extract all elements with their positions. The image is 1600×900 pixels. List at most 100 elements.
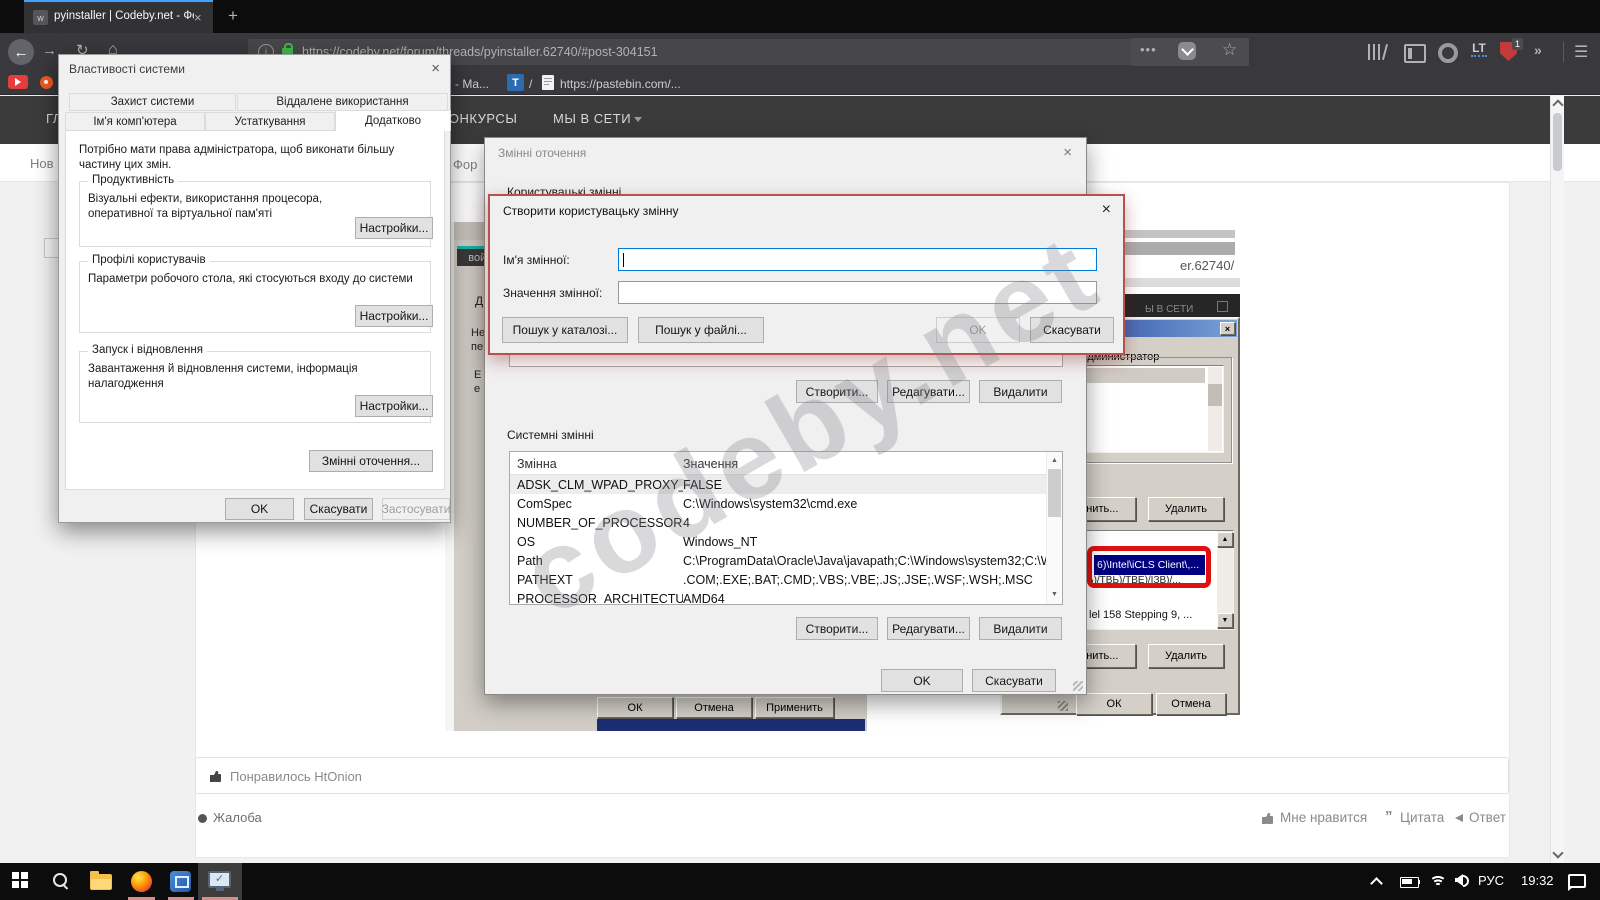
reply-action[interactable]: Ответ	[1469, 810, 1506, 825]
system-ed it-button[interactable]: Редагувати...	[887, 617, 970, 640]
table-row[interactable]: ADSK_CLM_WPAD_PROXY_...FALSE	[510, 475, 1046, 494]
column-variable: Змінна	[510, 457, 683, 471]
close-icon[interactable]: ×	[431, 61, 440, 76]
table-row[interactable]: PATHEXT.COM;.EXE;.BAT;.CMD;.VBS;.VBE;.JS…	[510, 570, 1046, 589]
group-desc: Завантаження й відновлення системи, інфо…	[88, 362, 423, 392]
tab-system-protection[interactable]: Захист системи	[69, 93, 236, 111]
table-row[interactable]: NUMBER_OF_PROCESSORS4	[510, 513, 1046, 532]
like-text: Понравилось HtOnion	[230, 769, 362, 784]
cancel-button[interactable]: Скасувати	[1030, 317, 1114, 343]
menu-hamburger-icon[interactable]: ☰	[1574, 42, 1588, 62]
variable-value-input[interactable]	[618, 281, 1097, 304]
page-scrollbar[interactable]	[1550, 95, 1564, 863]
system-new-button[interactable]: Створити...	[796, 617, 878, 640]
speaker-icon[interactable]	[1455, 874, 1468, 886]
close-icon[interactable]: ×	[1063, 145, 1072, 160]
table-scrollbar[interactable]: ▲ ▼	[1046, 452, 1063, 604]
system-properties-icon[interactable]: ✓	[208, 871, 231, 888]
tab-remote[interactable]: Віддалене використання	[237, 93, 448, 111]
variable-value-label: Значення змінної:	[503, 286, 602, 300]
scrollbar-thumb[interactable]	[1048, 469, 1061, 517]
startup-settings-button[interactable]: Настройки...	[355, 395, 433, 417]
table-row[interactable]: OSWindows_NT	[510, 532, 1046, 551]
img-fragment-3: Е	[474, 369, 481, 381]
breadcrumb-left[interactable]: Нов	[30, 156, 54, 171]
cancel-button[interactable]: Скасувати	[304, 498, 373, 520]
scroll-up-icon[interactable]	[1552, 99, 1563, 110]
overflow-icon[interactable]: »	[1534, 42, 1542, 58]
user-new-button[interactable]: Створити...	[796, 380, 878, 403]
blue-app-icon[interactable]	[170, 871, 191, 892]
tray-chevron-up-icon[interactable]	[1370, 877, 1383, 890]
search-icon[interactable]	[52, 872, 70, 890]
quote-action[interactable]: Цитата	[1400, 810, 1444, 825]
clock[interactable]: 19:32	[1521, 873, 1554, 888]
system-variables-listbox[interactable]: Змінна Значення ADSK_CLM_WPAD_PROXY_...F…	[509, 451, 1063, 605]
table-row[interactable]: PROCESSOR_ARCHITECTUREAMD64	[510, 589, 1046, 605]
tab-computer-name[interactable]: Ім'я комп'ютера	[65, 112, 205, 131]
cancel-button[interactable]: Скасувати	[972, 669, 1056, 692]
lock-shackle	[284, 43, 293, 50]
pastebin-bookmark-icon[interactable]	[542, 75, 554, 90]
start-button[interactable]	[12, 872, 28, 888]
firefox-icon[interactable]	[131, 871, 152, 892]
table-row[interactable]: PathC:\ProgramData\Oracle\Java\javapath;…	[510, 551, 1046, 570]
table-row[interactable]: ComSpecC:\Windows\system32\cmd.exe	[510, 494, 1046, 513]
profiles-settings-button[interactable]: Настройки...	[355, 305, 433, 327]
ok-button[interactable]: OK	[881, 669, 963, 692]
extension-ring-icon[interactable]	[1438, 43, 1458, 63]
user-delete-button[interactable]: Видалити	[979, 380, 1062, 403]
battery-icon[interactable]	[1400, 877, 1419, 888]
resize-grip[interactable]	[1073, 681, 1083, 691]
wifi-icon[interactable]	[1429, 874, 1447, 887]
tab-close-icon[interactable]: ×	[194, 10, 202, 25]
ok-button[interactable]: OK	[936, 317, 1020, 343]
ok-button[interactable]: OK	[225, 498, 294, 520]
pocket-chevron	[1181, 43, 1194, 56]
breadcrumb-mid[interactable]: Фор	[453, 157, 477, 172]
tab-advanced[interactable]: Додатково	[335, 110, 451, 131]
scroll-up-icon[interactable]: ▲	[1051, 457, 1058, 464]
sidebar-icon[interactable]	[1404, 44, 1426, 63]
close-icon[interactable]: ×	[1102, 202, 1111, 217]
browse-directory-button[interactable]: Пошук у каталозі...	[502, 317, 628, 343]
img-small-square	[1217, 301, 1228, 312]
scroll-down-icon[interactable]	[1552, 847, 1563, 858]
language-indicator[interactable]: РУС	[1478, 873, 1504, 888]
scrollbar-thumb[interactable]	[1553, 113, 1562, 171]
system-delete-button[interactable]: Видалити	[979, 617, 1062, 640]
tab-hardware[interactable]: Устаткування	[205, 112, 335, 131]
environment-variables-button[interactable]: Змінні оточення...	[309, 450, 433, 472]
nav-caret-icon	[634, 117, 642, 122]
img-cancel-button: Отмена	[676, 697, 752, 718]
report-link[interactable]: Жалоба	[213, 810, 262, 825]
new-tab-button[interactable]: +	[222, 5, 244, 27]
bookmark-item-ma[interactable]: - Ma...	[455, 77, 489, 91]
browser-tab[interactable]: w pyinstaller | Codeby.net - Фору ×	[24, 0, 213, 33]
user-edit-button[interactable]: Редагувати...	[887, 380, 970, 403]
action-center-icon[interactable]	[1568, 874, 1586, 888]
back-button[interactable]: ←	[8, 39, 34, 65]
file-explorer-icon[interactable]	[90, 874, 112, 890]
bookmark-star-icon[interactable]: ☆	[1222, 40, 1237, 60]
reddit-bookmark-icon[interactable]	[40, 76, 53, 89]
pocket-icon[interactable]	[1178, 42, 1196, 60]
bookmark-t-icon[interactable]: T	[507, 74, 524, 91]
library-icon[interactable]	[1368, 44, 1388, 60]
languagetool-icon[interactable]: LT	[1468, 42, 1490, 57]
bookmark-item-pastebin[interactable]: https://pastebin.com/...	[560, 77, 681, 91]
nav-item-social[interactable]: МЫ В СЕТИ	[553, 111, 631, 126]
nav-item-contests[interactable]: КОНКУРСЫ	[441, 111, 517, 126]
variable-name-input[interactable]	[618, 248, 1097, 271]
browse-file-button[interactable]: Пошук у файлі...	[638, 317, 764, 343]
page-actions-icon[interactable]: •••	[1140, 42, 1157, 57]
youtube-bookmark-icon[interactable]	[8, 75, 28, 89]
img-stepping-item: lel 158 Stepping 9, ...	[1089, 609, 1192, 621]
new-user-variable-dialog: Створити користувацьку змінну × Ім'я змі…	[488, 194, 1125, 355]
forward-button[interactable]: →	[42, 42, 57, 59]
apply-button[interactable]: Застосувати	[382, 498, 450, 520]
scroll-down-icon[interactable]: ▼	[1051, 591, 1058, 598]
performance-settings-button[interactable]: Настройки...	[355, 217, 433, 239]
like-action[interactable]: Мне нравится	[1280, 810, 1367, 825]
img-apply-button: Применить	[755, 697, 834, 718]
